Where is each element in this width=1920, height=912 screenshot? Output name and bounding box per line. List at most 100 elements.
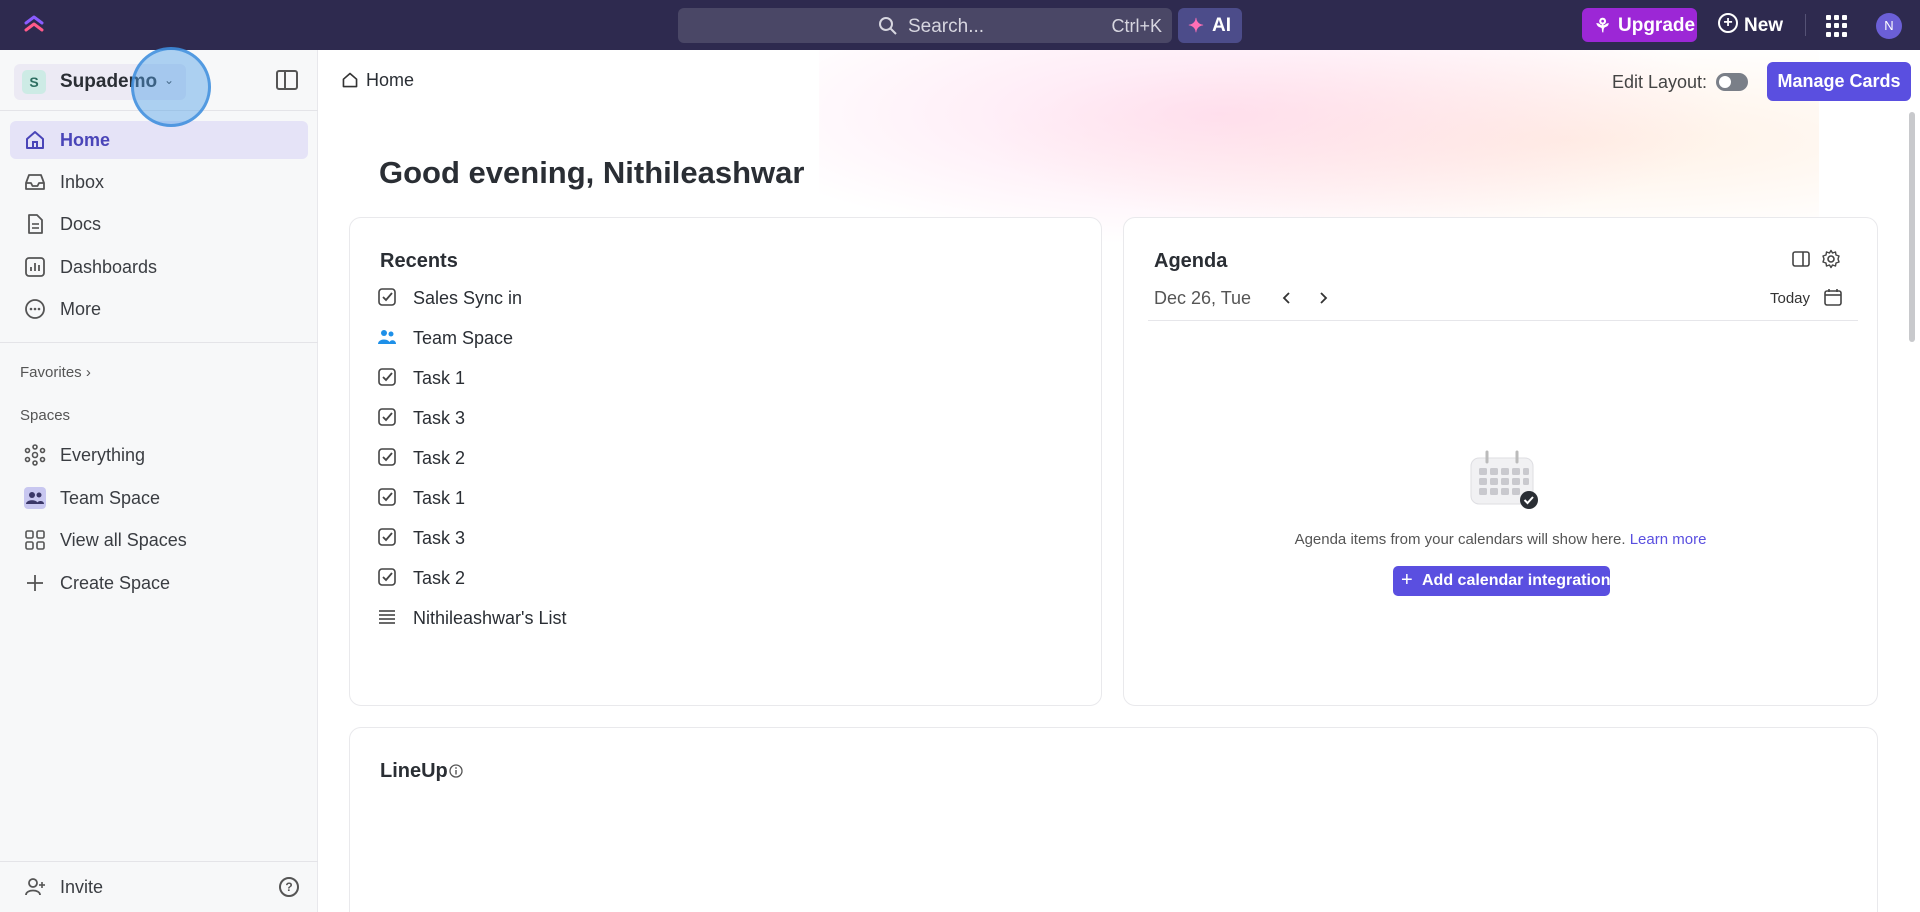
search-placeholder: Search... bbox=[908, 16, 985, 37]
ai-button[interactable]: ✦ AI bbox=[1178, 8, 1242, 43]
recent-label: Task 3 bbox=[413, 408, 466, 428]
sidebar-item-label: Create Space bbox=[60, 573, 171, 593]
recent-label: Task 2 bbox=[413, 448, 466, 468]
sidebar-item-home[interactable]: Home bbox=[10, 121, 308, 159]
everything-icon bbox=[24, 444, 46, 466]
sidebar-item-more[interactable]: More bbox=[10, 290, 308, 328]
agenda-divider bbox=[1148, 320, 1858, 321]
sidebar-item-dashboards[interactable]: Dashboards bbox=[10, 248, 308, 286]
sidebar-divider bbox=[0, 342, 318, 343]
upgrade-button[interactable]: ⚘ Upgrade bbox=[1582, 8, 1697, 42]
team-icon bbox=[378, 330, 396, 344]
favorites-label: Favorites bbox=[20, 364, 82, 381]
sparkle-icon: ✦ bbox=[1188, 16, 1204, 37]
search-bar[interactable]: Search... Ctrl+K bbox=[678, 8, 1172, 43]
chevron-right-icon[interactable] bbox=[1315, 290, 1331, 306]
agenda-title: Agenda bbox=[1154, 250, 1228, 272]
sidebar-divider bbox=[0, 861, 318, 862]
inbox-icon bbox=[25, 174, 45, 190]
task-icon bbox=[378, 528, 396, 546]
upgrade-label: Upgrade bbox=[1618, 15, 1696, 36]
today-button[interactable]: Today bbox=[1770, 290, 1810, 307]
sidebar-item-inbox[interactable]: Inbox bbox=[10, 163, 308, 201]
recent-label: Task 2 bbox=[413, 568, 466, 588]
recents-title: Recents bbox=[380, 250, 458, 272]
sidebar-item-create-space[interactable]: Create Space bbox=[10, 564, 308, 602]
grid-icon bbox=[25, 530, 45, 550]
docs-icon bbox=[28, 214, 43, 234]
top-bar: Search... Ctrl+K ✦ AI ⚘ Upgrade + New N bbox=[0, 0, 1920, 50]
spaces-label: Spaces bbox=[20, 407, 71, 424]
new-label: New bbox=[1744, 15, 1784, 36]
plus-circle-icon: + bbox=[1718, 13, 1738, 33]
agenda-empty-text: Agenda items from your calendars will sh… bbox=[1294, 531, 1626, 548]
ai-label: AI bbox=[1212, 15, 1231, 36]
click-highlight bbox=[131, 47, 211, 127]
settings-gear-icon[interactable] bbox=[1821, 249, 1841, 269]
search-icon bbox=[879, 17, 897, 35]
invite-user-icon bbox=[25, 878, 45, 896]
sidebar-item-label: Everything bbox=[60, 445, 146, 465]
clickup-logo-icon[interactable] bbox=[22, 13, 46, 37]
list-icon bbox=[379, 610, 395, 624]
sidebar-item-label: Home bbox=[60, 130, 111, 150]
panel-icon[interactable] bbox=[1792, 250, 1810, 268]
search-shortcut: Ctrl+K bbox=[1111, 16, 1162, 36]
plus-icon bbox=[27, 575, 43, 591]
agenda-date: Dec 26, Tue bbox=[1154, 288, 1252, 308]
more-icon bbox=[25, 299, 45, 319]
sidebar-item-label: Inbox bbox=[60, 172, 105, 192]
collapse-sidebar-icon[interactable] bbox=[276, 70, 298, 90]
lineup-card: LineUp bbox=[349, 727, 1878, 912]
recent-label: Task 1 bbox=[413, 368, 466, 388]
agenda-empty-message: Agenda items from your calendars will sh… bbox=[1124, 531, 1877, 548]
sidebar-item-team-space[interactable]: Team Space bbox=[10, 479, 308, 517]
info-icon[interactable] bbox=[449, 764, 463, 778]
task-icon bbox=[378, 568, 396, 586]
page-title: Good evening, Nithileashwar bbox=[379, 155, 805, 190]
sidebar: S Supademo ⌄ Home Inbox Docs Dashboards … bbox=[0, 47, 318, 912]
home-icon bbox=[26, 131, 44, 149]
chevron-right-icon: › bbox=[85, 364, 91, 381]
sidebar-item-everything[interactable]: Everything bbox=[10, 436, 308, 474]
main-content: Home Edit Layout: Manage Cards Good even… bbox=[319, 50, 1920, 912]
calendar-icon[interactable] bbox=[1824, 288, 1842, 306]
plus-icon: + bbox=[1401, 569, 1413, 591]
home-icon bbox=[342, 72, 358, 88]
chevron-left-icon[interactable] bbox=[1279, 290, 1295, 306]
recent-label: Sales Sync in bbox=[413, 288, 523, 308]
sidebar-item-label: More bbox=[60, 299, 102, 319]
task-icon bbox=[378, 408, 396, 426]
breadcrumb-label: Home bbox=[366, 70, 415, 90]
apps-grid-icon[interactable] bbox=[1826, 15, 1848, 37]
invite-label: Invite bbox=[60, 877, 104, 897]
favorites-section[interactable]: Favorites › bbox=[20, 364, 91, 381]
scrollbar[interactable] bbox=[1909, 112, 1915, 342]
manage-cards-button[interactable]: Manage Cards bbox=[1767, 62, 1911, 101]
sidebar-item-label: Team Space bbox=[60, 488, 161, 508]
empty-calendar-illustration-icon bbox=[1470, 450, 1538, 509]
workspace-avatar: S bbox=[22, 70, 46, 94]
edit-layout-toggle[interactable] bbox=[1716, 73, 1748, 91]
sidebar-item-label: Dashboards bbox=[60, 257, 158, 277]
edit-layout-label: Edit Layout: bbox=[1612, 72, 1708, 92]
add-calendar-integrations-button[interactable]: + Add calendar integrations bbox=[1393, 566, 1619, 596]
recent-label: Team Space bbox=[413, 328, 514, 348]
sidebar-item-label: Docs bbox=[60, 214, 102, 234]
topbar-divider bbox=[1805, 14, 1806, 36]
upgrade-icon: ⚘ bbox=[1594, 16, 1612, 37]
dashboards-icon bbox=[25, 257, 45, 277]
recents-card: Recents Sales Sync in Team Space Task 1 … bbox=[349, 217, 1102, 706]
task-icon bbox=[378, 488, 396, 506]
help-icon[interactable]: ? bbox=[279, 877, 299, 897]
learn-more-link[interactable]: Learn more bbox=[1630, 531, 1707, 548]
recent-label: Nithileashwar's List bbox=[413, 608, 567, 628]
user-avatar[interactable]: N bbox=[1876, 13, 1902, 39]
agenda-card: Agenda Dec 26, Tue Today Agenda items fr… bbox=[1123, 217, 1878, 706]
sidebar-item-view-all-spaces[interactable]: View all Spaces bbox=[10, 521, 308, 559]
sidebar-item-docs[interactable]: Docs bbox=[10, 205, 308, 243]
recent-label: Task 3 bbox=[413, 528, 466, 548]
task-icon bbox=[378, 288, 396, 306]
invite-button[interactable]: Invite bbox=[10, 869, 308, 905]
task-icon bbox=[378, 448, 396, 466]
